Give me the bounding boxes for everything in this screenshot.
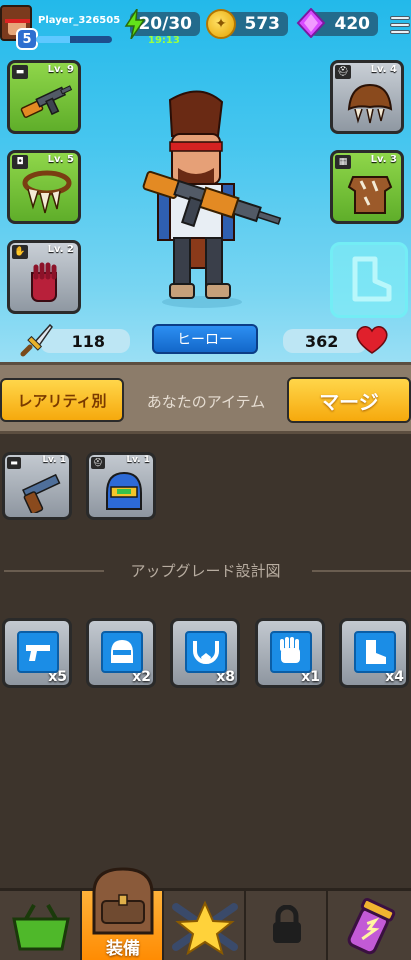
gloves-level: Lv. 2 (47, 244, 74, 255)
helmet-type-icon: ⛑ (91, 457, 105, 469)
upgrade-blueprints-title: アップグレード設計図 (130, 562, 281, 580)
blueprint-count: x4 (385, 669, 404, 685)
nav-tab-shop[interactable] (0, 891, 82, 960)
knight-helmet-icon (106, 471, 142, 510)
hero-character[interactable] (130, 88, 290, 310)
energy-timer: 19:13 (148, 35, 180, 46)
blueprint-necklace[interactable]: x8 (170, 618, 240, 688)
inventory-item-pistol[interactable]: ▬ Lv. 1 (2, 452, 72, 520)
lock-icon (273, 905, 301, 943)
rifle-icon (20, 85, 73, 118)
equip-slot-helmet[interactable]: ⛑ Lv. 4 (330, 60, 404, 134)
heart-icon (356, 326, 388, 354)
necklace-icon (193, 641, 219, 664)
energy-value: 20/30 (138, 14, 192, 34)
merge-button[interactable]: マージ (287, 377, 411, 423)
coin-icon: ✦ (206, 9, 236, 39)
item-level: Lv. 1 (42, 455, 66, 465)
sword-icon (20, 323, 53, 357)
potion-jar-icon (347, 897, 396, 955)
fang-necklace-icon (22, 170, 72, 214)
pistol-icon (26, 645, 50, 661)
fur-armor-icon (347, 176, 393, 214)
gloves-type-icon: ✋ (12, 245, 28, 259)
hero-button[interactable]: ヒーロー (152, 324, 258, 354)
star-crossed-guns-icon (172, 900, 238, 956)
player-name: Player_326505 (38, 15, 121, 26)
necklace-level: Lv. 5 (47, 154, 74, 165)
blueprint-helmet[interactable]: x2 (86, 618, 156, 688)
xp-bar (36, 36, 112, 43)
glove-icon (280, 637, 300, 663)
helmet-icon (111, 640, 133, 663)
player-level-badge: 5 (16, 28, 38, 50)
armor-level: Lv. 3 (370, 154, 397, 165)
menu-button[interactable] (388, 13, 411, 37)
equip-slot-necklace[interactable]: ◘ Lv. 5 (7, 150, 81, 224)
blueprint-count: x2 (132, 669, 151, 685)
nav-tab-locked[interactable] (246, 891, 328, 960)
energy-bolt-icon (124, 9, 146, 39)
green-basket-icon (12, 904, 70, 951)
boot-icon (352, 256, 392, 302)
helmet-level: Lv. 4 (370, 64, 397, 75)
helmet-type-icon: ⛑ (335, 65, 351, 79)
weapon-type-icon: ▬ (7, 457, 21, 469)
bottom-nav: 装備 (0, 867, 411, 960)
necklace-type-icon: ◘ (12, 155, 28, 169)
blueprint-count: x1 (301, 669, 320, 685)
upgrade-blueprints-header: アップグレード設計図 (0, 558, 411, 582)
pistol-icon (22, 473, 61, 513)
backpack-icon (92, 867, 154, 935)
health-value: 362 (305, 331, 339, 351)
inventory-item-helmet[interactable]: ⛑ Lv. 1 (86, 452, 156, 520)
blueprint-count: x5 (48, 669, 67, 685)
blueprint-boots[interactable]: x4 (339, 618, 409, 688)
gem-value: 420 (334, 14, 371, 34)
sort-by-rarity-button[interactable]: レアリティ別 (0, 378, 124, 422)
your-items-label: あなたのアイテム (146, 393, 266, 411)
hero-stage: 5 Player_326505 20/30 19:13 573 ✦ 420 ▬ … (0, 0, 411, 362)
blueprint-weapon[interactable]: x5 (2, 618, 72, 688)
equip-slot-boots-empty[interactable] (330, 242, 408, 318)
glove-icon (31, 262, 57, 302)
equip-slot-gloves[interactable]: ✋ Lv. 2 (7, 240, 81, 314)
attack-value: 118 (71, 331, 105, 351)
nav-tab-talents[interactable] (164, 891, 246, 960)
inventory-filter-bar: レアリティ別 あなたのアイテム マージ (0, 362, 411, 434)
blueprint-gloves[interactable]: x1 (255, 618, 325, 688)
gem-icon (296, 8, 326, 38)
nav-label-equipment: 装備 (106, 939, 140, 959)
coin-value: 573 (244, 14, 281, 34)
boot-icon (366, 640, 386, 664)
equip-slot-armor[interactable]: ▦ Lv. 3 (330, 150, 404, 224)
nav-tab-equipment[interactable]: 装備 (82, 867, 164, 960)
weapon-level: Lv. 9 (47, 64, 74, 75)
nav-tab-potion[interactable] (328, 891, 410, 960)
beast-helmet-icon (347, 83, 393, 124)
armor-type-icon: ▦ (335, 155, 351, 169)
item-level: Lv. 1 (126, 455, 150, 465)
weapon-type-icon: ▬ (12, 65, 28, 79)
blueprint-count: x8 (216, 669, 235, 685)
equip-slot-weapon[interactable]: ▬ Lv. 9 (7, 60, 81, 134)
inventory-panel: ▬ Lv. 1 ⛑ Lv. 1 アップグレード設計図 x5 x2 x8 x1 x… (0, 434, 411, 888)
